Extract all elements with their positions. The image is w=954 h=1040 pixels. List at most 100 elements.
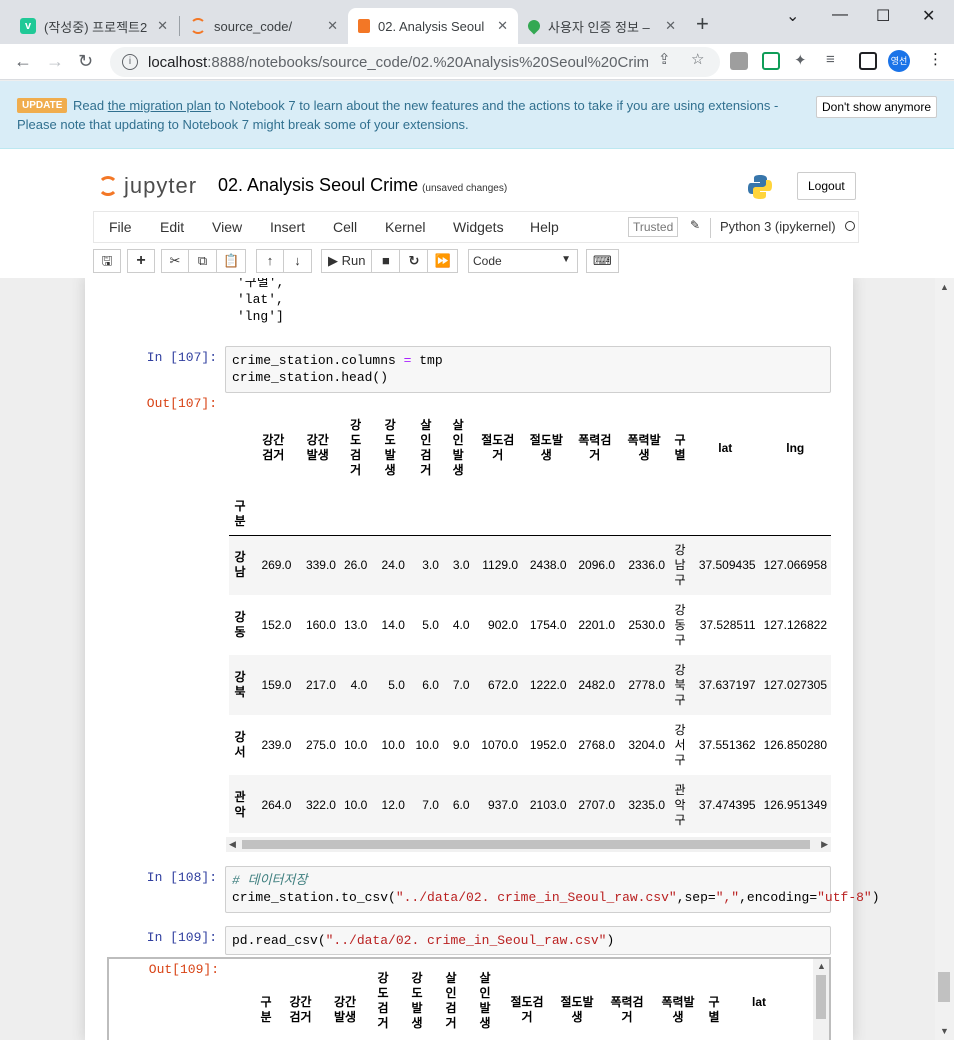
scroll-up-arrow-icon[interactable]: ▲ [940,282,949,292]
menu-help[interactable]: Help [530,219,559,235]
scroll-down-arrow-icon[interactable]: ▼ [940,1026,949,1036]
code-text: crime_station.to_csv( [232,890,396,905]
maximize-icon[interactable]: ☐ [876,6,890,26]
scroll-right-arrow-icon[interactable]: ▶ [821,839,828,850]
close-icon[interactable]: ✕ [327,18,338,34]
share-icon[interactable]: ⇪ [658,50,671,68]
restart-run-all-fast-forward-icon[interactable]: ⏩ [428,249,458,273]
scroll-up-arrow-icon[interactable]: ▲ [817,961,826,971]
table-cell: 2336.0 [628,557,666,572]
menu-edit[interactable]: Edit [160,219,184,235]
address-bar[interactable]: i localhost:8888/notebooks/source_code/0… [110,47,720,77]
menu-view[interactable]: View [212,219,242,235]
menu-cell[interactable]: Cell [333,219,357,235]
table-cell: 6.0 [452,797,470,812]
browser-tab-1[interactable]: v (작성중) 프로젝트2 ✕ [10,8,178,44]
move-up-arrow-icon[interactable]: ↑ [256,249,284,273]
table-cell: 275.0 [305,737,336,752]
migration-plan-link[interactable]: the migration plan [108,98,211,113]
paste-icon[interactable]: 📋 [217,249,247,273]
notebook-title[interactable]: 02. Analysis Seoul Crime (unsaved changes… [218,175,507,196]
vertical-scrollbar[interactable]: ▲ [813,959,829,1040]
menu-file[interactable]: File [109,219,132,235]
code-cell-109[interactable]: pd.read_csv("../data/02. crime_in_Seoul_… [225,926,831,955]
close-icon[interactable]: ✕ [497,18,508,34]
browser-tab-strip: v (작성중) 프로젝트2 ✕ source_code/ ✕ 02. Analy… [0,0,954,44]
table-cell: 126.951349 [763,797,827,812]
banner-line2: Please note that updating to Notebook 7 … [17,117,469,132]
site-info-icon[interactable]: i [122,54,138,70]
cut-scissors-icon[interactable]: ✂ [161,249,189,273]
close-icon[interactable]: ✕ [157,18,168,34]
row-index-text: 강서 [234,730,246,759]
scrollbar-thumb[interactable] [938,972,950,1002]
table-cell: 1222.0 [529,677,567,692]
kernel-status-icon [845,221,855,231]
menu-insert[interactable]: Insert [270,219,305,235]
previous-output: '구별', 'lat', 'lng'] [237,278,284,325]
dont-show-anymore-button[interactable]: Don't show anymore [816,96,938,118]
column-header: 강 도 검 거 [366,971,400,1040]
back-arrow-icon[interactable]: ← [14,51,32,72]
output-prompt-107: Out[107]: [146,396,217,411]
table-cell: 1129.0 [482,557,519,572]
logout-button[interactable]: Logout [797,172,856,200]
header-row: 구 분 강간 검거 강간 발생 강 도 검 거 강 도 발 생 살 인 검 거 살 인 발 … [255,971,794,1040]
table-row: 강북 159.0 217.0 4.0 5.0 6.0 7.0 672.0 1222.0 2482.… [229,655,831,715]
column-header: 폭력검 거 [571,413,620,483]
copy-icon[interactable]: ⧉ [189,249,217,273]
run-button[interactable]: ▶ Run [321,249,373,273]
browser-tab-4[interactable]: 사용자 인증 정보 – ✕ [518,8,686,44]
close-window-icon[interactable]: ✕ [922,6,935,26]
more-menu-icon[interactable]: ⋮ [928,50,943,68]
table-cell: 관악구 [669,775,691,833]
browser-tab-2[interactable]: source_code/ ✕ [180,8,348,44]
jupyter-logo-icon [98,176,118,196]
horizontal-scrollbar[interactable]: ◀ ▶ [226,837,831,852]
table-cell: 152.0 [261,617,292,632]
table-cell: 239.0 [261,737,292,752]
forward-arrow-icon[interactable]: → [46,51,64,72]
puzzle-extensions-icon[interactable]: ✦ [794,51,807,69]
bookmark-star-icon[interactable]: ☆ [691,50,704,68]
side-panel-icon[interactable] [859,52,877,70]
code-cell-107[interactable]: crime_station.columns = tmp crime_statio… [225,346,831,393]
empty-header-cell [760,483,831,535]
restart-icon[interactable]: ↻ [400,249,429,273]
column-header: 살 인 발 생 [443,413,474,483]
media-control-icon[interactable]: ≡ [826,51,835,68]
minimize-icon[interactable]: — [832,6,848,24]
scrollbar-thumb[interactable] [242,840,810,849]
scroll-left-arrow-icon[interactable]: ◀ [229,839,236,850]
jupyter-logo[interactable]: jupyter [98,173,197,199]
screen-capture-icon[interactable] [762,52,780,70]
code-cell-108[interactable]: # 데이터저장 crime_station.to_csv("../data/02… [225,866,880,913]
extension-icon[interactable] [730,52,748,70]
insert-cell-plus-icon[interactable]: + [127,249,155,273]
browser-tab-3-active[interactable]: 02. Analysis Seoul ✕ [348,8,518,44]
profile-avatar[interactable]: 영선 [888,50,910,72]
kernel-name[interactable]: Python 3 (ipykernel) [720,219,836,234]
column-header-text: 구 별 [674,433,686,462]
close-icon[interactable]: ✕ [665,18,676,34]
table-cell: 127.066958 [763,557,827,572]
row-index: 강동 [229,595,251,655]
save-icon[interactable]: 🖫 [93,249,121,273]
tab-search-chevron-icon[interactable]: ⌄ [786,6,799,26]
cell-type-select[interactable]: Code ▼ [468,249,578,273]
scrollbar-thumb[interactable] [816,975,826,1019]
interrupt-stop-icon[interactable]: ■ [372,249,401,273]
menu-widgets[interactable]: Widgets [453,219,504,235]
reload-icon[interactable]: ↻ [78,51,93,72]
new-tab-icon[interactable]: + [696,13,709,35]
notebook-name[interactable]: 02. Analysis Seoul Crime [218,175,418,195]
menu-kernel[interactable]: Kernel [385,219,425,235]
jupyter-icon [190,18,206,34]
trusted-indicator[interactable]: Trusted [628,217,679,237]
move-down-arrow-icon[interactable]: ↓ [284,249,312,273]
output-line: 'lng'] [237,309,284,324]
table-cell: 937.0 [488,797,519,812]
keyboard-icon[interactable]: ⌨ [586,249,619,273]
page-scrollbar[interactable]: ▲ ▼ [935,278,954,1040]
column-header: 강간 발생 [295,413,339,483]
